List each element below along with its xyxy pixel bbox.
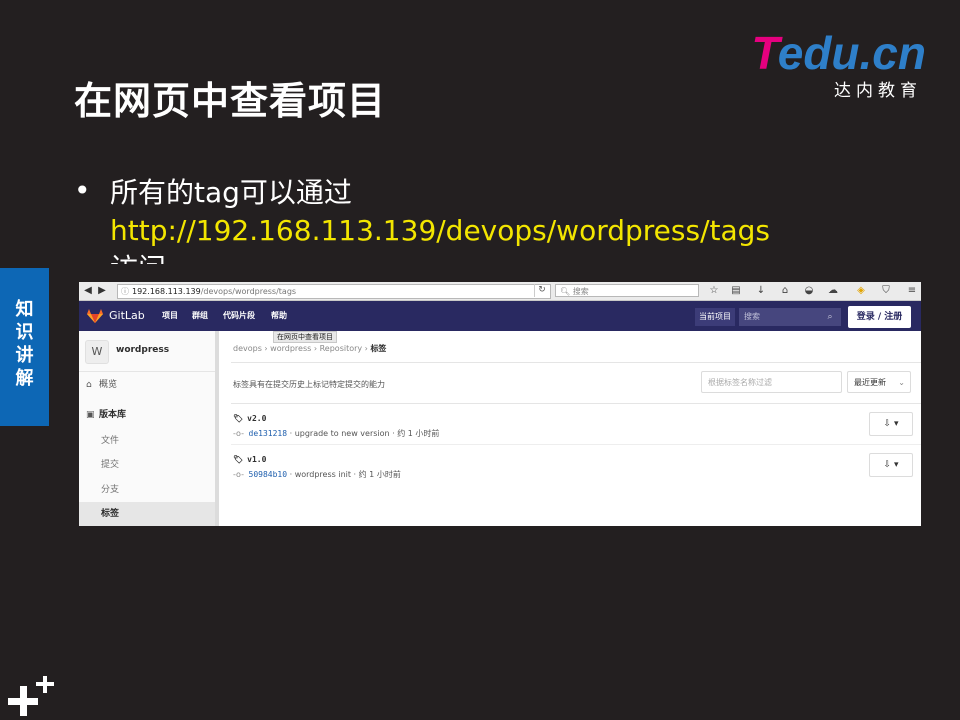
current-project-scope[interactable]: 当前项目 — [695, 308, 735, 326]
url-host: 192.168.113.139 — [132, 287, 201, 296]
chevron-down-icon: ⌄ — [898, 378, 905, 387]
download-icon[interactable]: ↓ — [754, 284, 768, 297]
side-tab-char: 识 — [15, 322, 34, 343]
commit-time: 约 1 小时前 — [397, 429, 440, 438]
search-icon: ⌕ — [827, 312, 833, 322]
download-button[interactable]: ⇩ ▾ — [869, 412, 913, 436]
tooltip: 在网页中查看项目 — [273, 331, 337, 343]
side-tab-char: 知 — [15, 299, 34, 320]
commit-sha[interactable]: 50984b10 — [249, 470, 288, 479]
repository-icon: ▣ — [86, 410, 95, 420]
browser-search-placeholder: 搜索 — [572, 287, 589, 296]
slide-title: 在网页中查看项目 — [74, 79, 387, 123]
shield-icon[interactable]: ⛉ — [879, 284, 893, 297]
menu-hamburger-icon[interactable]: ≡ — [905, 284, 919, 297]
tag-name[interactable]: v2.0 — [247, 414, 266, 423]
project-name: wordpress — [116, 345, 170, 355]
sidebar-item-repository[interactable]: ▣ 版本库 — [79, 403, 215, 427]
nav-groups[interactable]: 群组 — [192, 311, 208, 321]
bullet-tail: 访问 — [110, 250, 770, 264]
pocket-icon[interactable]: ◒ — [802, 284, 816, 297]
logo-subtitle: 达内教育 — [834, 81, 922, 101]
commit-icon: -o- — [233, 470, 244, 479]
cloud-download-icon: ⇩ — [883, 460, 892, 470]
breadcrumb-devops[interactable]: devops — [233, 344, 262, 353]
tag-filter-input[interactable]: 根据标签名称过滤 — [701, 371, 842, 393]
project-avatar: W — [85, 340, 109, 364]
tags-description: 标签具有在提交历史上标记特定提交的能力 — [233, 380, 385, 389]
tag-row: 🏷︎ v1.0 -o- 50984b10 · wordpress init · 约… — [233, 453, 913, 489]
magnifier-icon: 🔍︎ — [560, 287, 571, 296]
bullet-url: http://192.168.113.139/devops/wordpress/… — [110, 214, 771, 247]
bullet-dot: • — [74, 174, 91, 207]
sidebar-item-commits[interactable]: 提交 — [101, 453, 215, 477]
gitlab-navbar: GitLab 项目 群组 代码片段 帮助 当前项目 搜索 ⌕ 登录 / 注册 — [79, 301, 921, 331]
gitlab-brand[interactable]: GitLab — [109, 309, 145, 323]
breadcrumb-repository[interactable]: Repository — [320, 344, 363, 353]
bookmark-star-icon[interactable]: ☆ — [707, 284, 721, 297]
tag-icon: 🏷︎ — [233, 455, 244, 464]
logo-word: Tedu.cn — [751, 27, 926, 79]
nav-help[interactable]: 帮助 — [271, 311, 287, 321]
home-icon: ⌂ — [86, 380, 92, 390]
commit-time: 约 1 小时前 — [358, 470, 401, 479]
url-path: /devops/wordpress/tags — [200, 287, 297, 296]
gitlab-screenshot: ◀ ▶ ⓘ 192.168.113.139/devops/wordpress/ta… — [79, 282, 921, 526]
addon-shield-icon[interactable]: ◈ — [854, 284, 868, 297]
reload-icon[interactable]: ↻ — [534, 284, 549, 297]
gitlab-logo-icon[interactable] — [87, 309, 103, 323]
download-button[interactable]: ⇩ ▾ — [869, 453, 913, 477]
bullet-text: 所有的tag可以通过 — [110, 176, 352, 209]
info-icon[interactable]: ⓘ — [121, 287, 129, 296]
tedu-logo: Tedu.cn 达内教育 — [746, 27, 926, 101]
url-bar[interactable]: ⓘ 192.168.113.139/devops/wordpress/tags — [117, 284, 551, 299]
cloud-download-icon: ⇩ — [883, 419, 892, 429]
sort-dropdown[interactable]: 最近更新 ⌄ — [847, 371, 911, 393]
commit-message: wordpress init — [294, 470, 351, 479]
breadcrumb: devops › wordpress › Repository › 标签 — [233, 344, 387, 353]
commit-sha[interactable]: de131218 — [249, 429, 288, 438]
sidebar-item-overview[interactable]: ⌂ 概览 — [79, 373, 215, 397]
forward-arrow-icon[interactable]: ▶ — [96, 284, 108, 297]
side-tab-char: 讲 — [15, 345, 34, 366]
tag-row: 🏷︎ v2.0 -o- de131218 · upgrade to new ver… — [233, 412, 913, 448]
breadcrumb-tags: 标签 — [370, 344, 387, 353]
sidebar-item-branches[interactable]: 分支 — [101, 478, 215, 502]
login-register-button[interactable]: 登录 / 注册 — [848, 306, 911, 328]
tags-main-panel: devops › wordpress › Repository › 标签 在网页… — [219, 331, 921, 526]
home-icon[interactable]: ⌂ — [778, 284, 792, 297]
sidebar-item-label: 概览 — [99, 380, 118, 390]
nav-projects[interactable]: 项目 — [162, 311, 178, 321]
side-tab-char: 解 — [15, 368, 34, 389]
browser-toolbar: ◀ ▶ ⓘ 192.168.113.139/devops/wordpress/ta… — [79, 282, 921, 301]
commit-icon: -o- — [233, 429, 244, 438]
addon-icon[interactable]: ☁ — [826, 284, 840, 297]
project-sidebar: W wordpress ⌂ 概览 ▣ 版本库 文件 提交 分支 标签 — [79, 331, 219, 526]
sort-label: 最近更新 — [854, 378, 886, 387]
sidebar-item-label: 版本库 — [99, 410, 127, 420]
sidebar-item-files[interactable]: 文件 — [101, 429, 215, 453]
browser-search-input[interactable]: 🔍︎ 搜索 — [555, 284, 699, 297]
back-arrow-icon[interactable]: ◀ — [82, 284, 94, 297]
nav-snippets[interactable]: 代码片段 — [223, 311, 255, 321]
commit-message: upgrade to new version — [294, 429, 390, 438]
tag-name[interactable]: v1.0 — [247, 455, 266, 464]
sidebar-project-header[interactable]: W wordpress — [79, 331, 215, 372]
plus-decoration-icon — [8, 676, 54, 716]
knowledge-side-tab: 知 识 讲 解 — [0, 268, 49, 426]
breadcrumb-wordpress[interactable]: wordpress — [270, 344, 311, 353]
reader-list-icon[interactable]: ▤ — [729, 284, 743, 297]
tag-icon: 🏷︎ — [233, 414, 244, 423]
sidebar-item-tags[interactable]: 标签 — [79, 502, 215, 526]
